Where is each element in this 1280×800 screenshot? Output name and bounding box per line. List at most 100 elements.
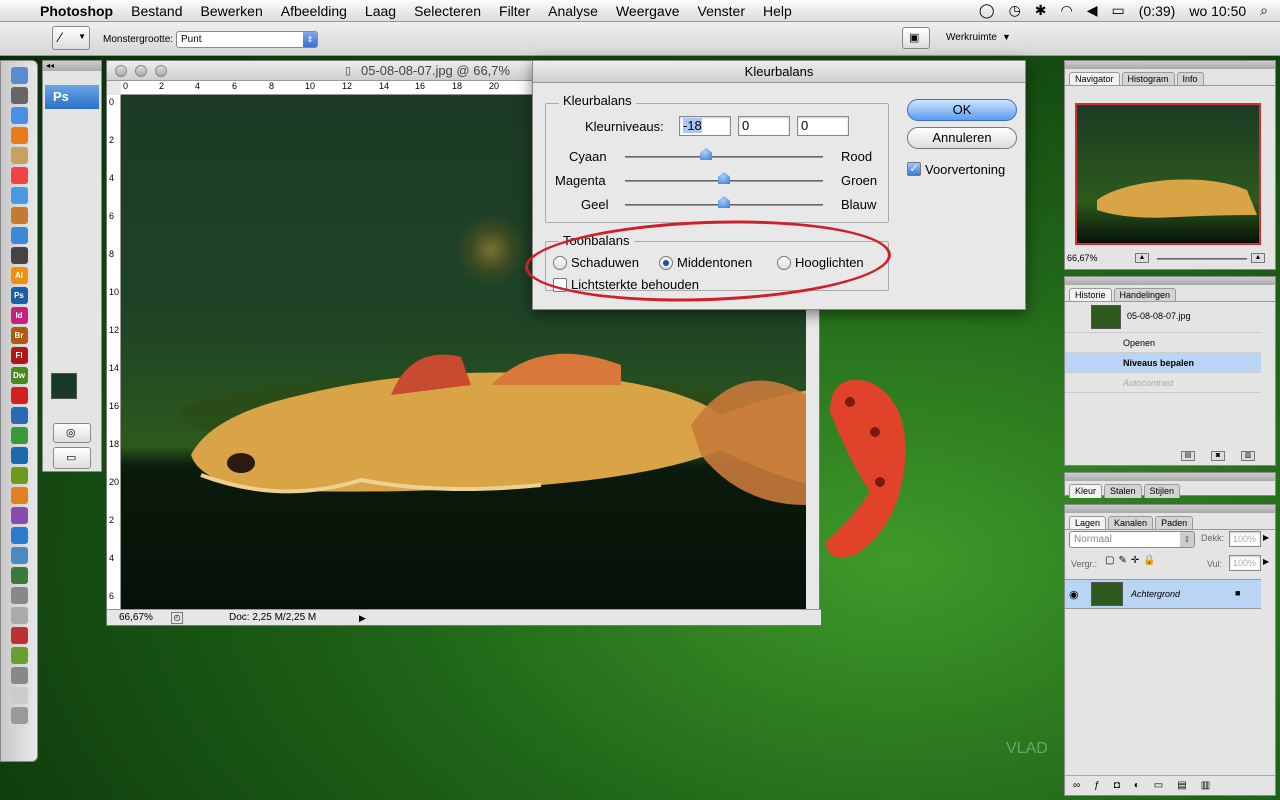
toolbox-header[interactable]: ◂◂: [43, 61, 101, 71]
iphoto-icon[interactable]: [10, 207, 28, 224]
group-icon[interactable]: ▭: [1154, 780, 1177, 791]
tab-channels[interactable]: Kanalen: [1108, 516, 1154, 529]
menu-weergave[interactable]: Weergave: [616, 3, 680, 19]
history-item[interactable]: Openen: [1065, 333, 1261, 353]
new-snapshot-icon[interactable]: ◙: [1211, 451, 1225, 461]
wifi-icon[interactable]: ◠: [1061, 2, 1073, 19]
app-icon-10[interactable]: [10, 587, 28, 604]
fill-input[interactable]: 100%: [1229, 555, 1261, 571]
menu-filter[interactable]: Filter: [499, 3, 530, 19]
cyan-red-track[interactable]: [625, 156, 823, 158]
history-item-undone[interactable]: Autocontrast: [1065, 373, 1261, 393]
tab-history[interactable]: Historie: [1069, 288, 1112, 301]
level-cyan-red-input[interactable]: -18: [679, 116, 731, 136]
zoom-in-button[interactable]: ▲: [1251, 253, 1265, 263]
battery-icon[interactable]: ▭: [1112, 2, 1125, 19]
menu-selecteren[interactable]: Selecteren: [414, 3, 481, 19]
photoshop-icon[interactable]: Ps: [10, 287, 28, 304]
navigator-zoom-slider[interactable]: [1157, 258, 1247, 260]
status-arrow-icon[interactable]: ▶: [359, 610, 366, 626]
zoom-level[interactable]: 66,67%: [119, 610, 153, 626]
eye-visibility-icon[interactable]: ◉: [1069, 588, 1079, 601]
menu-bewerken[interactable]: Bewerken: [200, 3, 262, 19]
app-icon-13[interactable]: [10, 647, 28, 664]
foreground-color-swatch[interactable]: [51, 373, 77, 399]
safari-icon[interactable]: [10, 107, 28, 124]
panel-header[interactable]: [1065, 505, 1275, 513]
tab-color[interactable]: Kleur: [1069, 484, 1103, 498]
battery-time[interactable]: (0:39): [1139, 3, 1176, 19]
level-magenta-green-input[interactable]: 0: [738, 116, 790, 136]
flash-icon[interactable]: Fl: [10, 347, 28, 364]
menu-laag[interactable]: Laag: [365, 3, 396, 19]
acrobat-icon[interactable]: [10, 387, 28, 404]
lock-buttons[interactable]: ▢✎✛🔒: [1105, 555, 1160, 566]
tab-layers[interactable]: Lagen: [1069, 516, 1107, 529]
navigator-zoom[interactable]: 66,67%: [1067, 253, 1098, 263]
fill-arrow-icon[interactable]: ▶: [1263, 557, 1269, 566]
adjustment-icon[interactable]: ◐: [1134, 780, 1154, 791]
palette-well-button[interactable]: ▣: [902, 27, 930, 49]
menu-analyse[interactable]: Analyse: [548, 3, 598, 19]
ok-button[interactable]: OK: [907, 99, 1017, 121]
quick-mask-button[interactable]: ◎: [53, 423, 91, 443]
zoom-out-button[interactable]: ▲: [1135, 253, 1149, 263]
screen-mode-button[interactable]: ▭: [53, 447, 91, 469]
menu-bestand[interactable]: Bestand: [131, 3, 182, 19]
layer-row-background[interactable]: ◉ Achtergrond ■: [1065, 579, 1261, 609]
bridge-icon[interactable]: Br: [10, 327, 28, 344]
app-icon-6[interactable]: [10, 507, 28, 524]
status-menu-icon[interactable]: ◴: [171, 612, 183, 624]
sample-size-select[interactable]: Punt ⇕: [176, 31, 318, 48]
spotlight-search-icon[interactable]: ⌕: [1260, 2, 1268, 19]
menu-help[interactable]: Help: [763, 3, 792, 19]
mask-icon[interactable]: ◘: [1114, 780, 1134, 791]
preview-label[interactable]: Voorvertoning: [925, 162, 1005, 177]
indesign-icon[interactable]: Id: [10, 307, 28, 324]
history-snapshot[interactable]: 05-08-08-07.jpg: [1065, 303, 1261, 333]
dreamweaver-icon[interactable]: Dw: [10, 367, 28, 384]
ical-icon[interactable]: [10, 167, 28, 184]
menu-venster[interactable]: Venster: [698, 3, 745, 19]
zoom-window-button[interactable]: [155, 65, 167, 77]
app-icon-12[interactable]: [10, 627, 28, 644]
bluetooth-icon[interactable]: ✱: [1035, 2, 1047, 19]
panel-header[interactable]: [1065, 61, 1275, 69]
panel-header[interactable]: [1065, 473, 1275, 481]
menu-afbeelding[interactable]: Afbeelding: [281, 3, 347, 19]
tab-histogram[interactable]: Histogram: [1121, 72, 1175, 85]
app-icon-4[interactable]: [10, 467, 28, 484]
address-book-icon[interactable]: [10, 147, 28, 164]
navigator-preview[interactable]: [1075, 103, 1261, 245]
new-document-icon[interactable]: ▤: [1181, 451, 1195, 461]
menubar-clock[interactable]: wo 10:50: [1189, 3, 1246, 19]
tab-actions[interactable]: Handelingen: [1113, 288, 1177, 301]
history-item-selected[interactable]: Niveaus bepalen: [1065, 353, 1261, 373]
cancel-button[interactable]: Annuleren: [907, 127, 1017, 149]
dashboard-icon[interactable]: [10, 87, 28, 104]
panel-header[interactable]: [1065, 277, 1275, 285]
level-yellow-blue-input[interactable]: 0: [797, 116, 849, 136]
opacity-input[interactable]: 100%: [1229, 531, 1261, 547]
new-layer-icon[interactable]: ▤: [1177, 780, 1200, 791]
chat-status-icon[interactable]: ◯: [979, 2, 995, 19]
menu-app-photoshop[interactable]: Photoshop: [40, 3, 113, 19]
minimize-window-button[interactable]: [135, 65, 147, 77]
illustrator-icon[interactable]: Ai: [10, 267, 28, 284]
fx-icon[interactable]: ƒ: [1094, 780, 1114, 791]
tab-swatches[interactable]: Stalen: [1104, 484, 1142, 498]
tool-preset-picker[interactable]: ⁄ ▼: [52, 26, 90, 50]
volume-icon[interactable]: ◀: [1087, 2, 1098, 19]
opacity-arrow-icon[interactable]: ▶: [1263, 533, 1269, 542]
ichat-icon[interactable]: [10, 227, 28, 244]
close-window-button[interactable]: [115, 65, 127, 77]
app-icon-7[interactable]: [10, 527, 28, 544]
trash-icon[interactable]: [10, 707, 28, 724]
app-icon-5[interactable]: [10, 487, 28, 504]
app-icon-3[interactable]: [10, 447, 28, 464]
finder-icon[interactable]: [10, 67, 28, 84]
tab-paths[interactable]: Paden: [1155, 516, 1194, 529]
link-layers-icon[interactable]: ∞: [1073, 780, 1094, 791]
app-icon-11[interactable]: [10, 607, 28, 624]
workspace-menu[interactable]: Werkruimte: [946, 32, 997, 43]
